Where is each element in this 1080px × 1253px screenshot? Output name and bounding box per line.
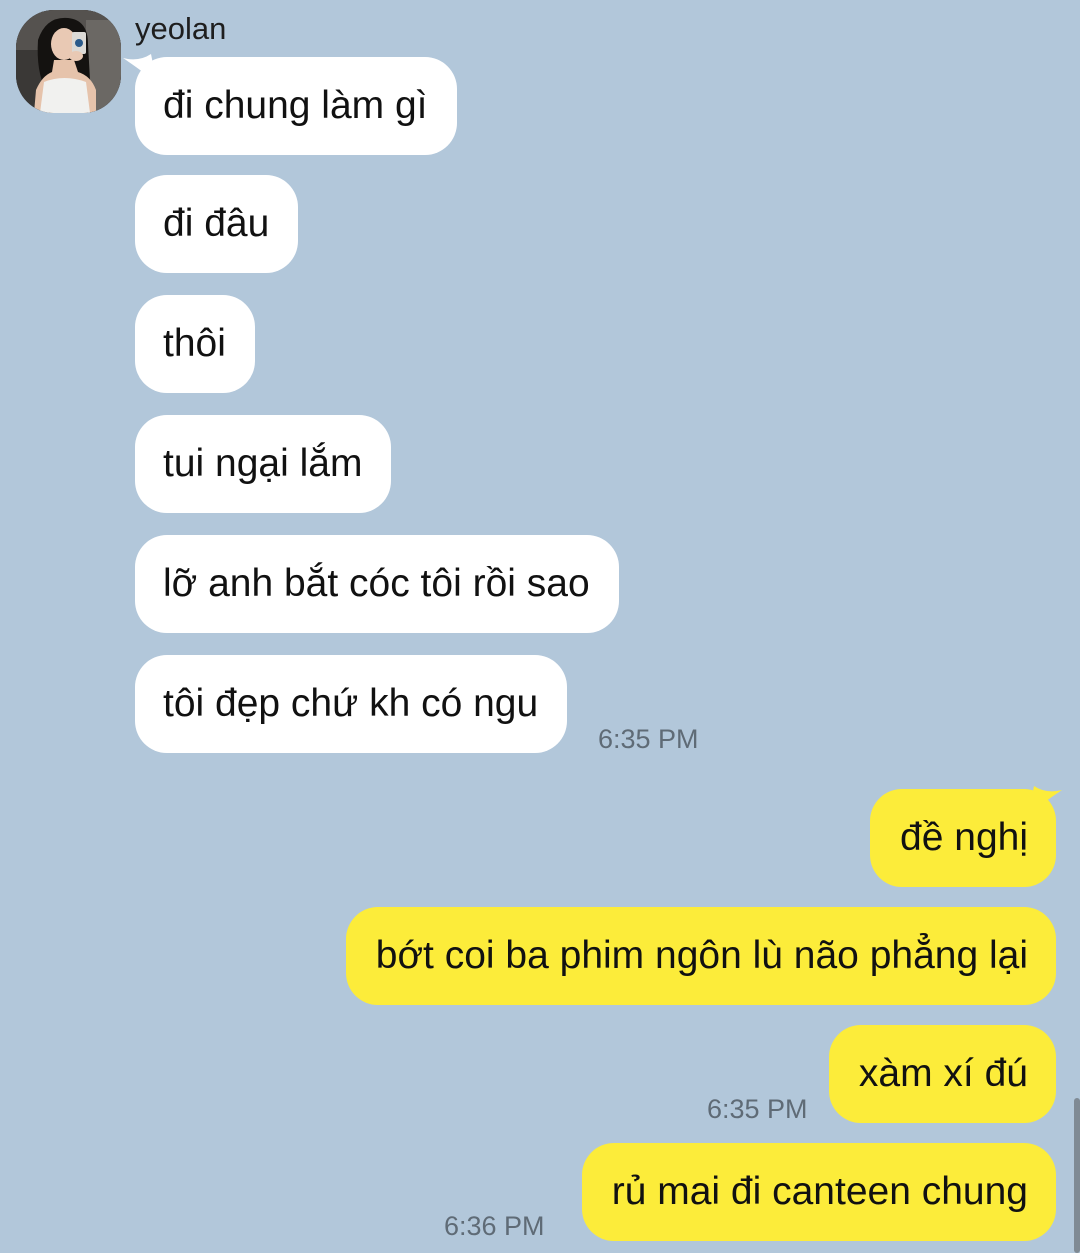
message-timestamp: 6:35 PM <box>707 1094 808 1124</box>
scrollbar[interactable] <box>1074 1098 1080 1253</box>
outgoing-message[interactable]: rủ mai đi canteen chung <box>581 1143 1056 1241</box>
incoming-message[interactable]: đi đâu <box>135 175 299 273</box>
avatar-photo <box>16 10 121 113</box>
incoming-message[interactable]: lỡ anh bắt cóc tôi rồi sao <box>135 535 619 633</box>
message-timestamp: 6:35 PM <box>598 724 699 754</box>
incoming-message[interactable]: tui ngại lắm <box>135 415 392 513</box>
outgoing-message[interactable]: xàm xí đú <box>828 1025 1056 1123</box>
sender-name: yeolan <box>135 11 227 46</box>
outgoing-message[interactable]: bớt coi ba phim ngôn lù não phẳng lại <box>345 907 1056 1005</box>
incoming-message[interactable]: đi chung làm gì <box>135 57 457 155</box>
incoming-message[interactable]: tôi đẹp chứ kh có ngu <box>135 655 568 753</box>
message-timestamp: 6:36 PM <box>444 1211 545 1241</box>
incoming-message[interactable]: thôi <box>135 295 255 393</box>
outgoing-message[interactable]: đề nghị <box>870 789 1056 887</box>
contact-avatar[interactable] <box>16 10 121 113</box>
